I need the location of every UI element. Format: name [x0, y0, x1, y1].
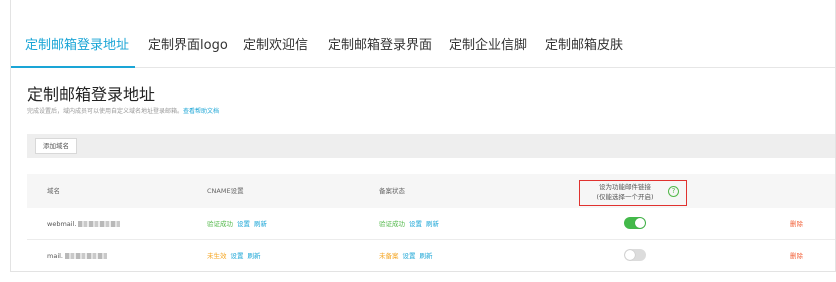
table-row: mail. 未生效 设置 刷新 未备案 设置 刷新 删除 [27, 241, 835, 271]
filing-cell: 未备案 设置 刷新 [379, 251, 433, 261]
table-header: 域名 CNAME设置 备案状态 [27, 174, 835, 208]
page-title: 定制邮箱登录地址 [27, 85, 156, 104]
filing-set-link[interactable]: 设置 [403, 252, 416, 260]
cname-cell: 验证成功 设置 刷新 [207, 219, 267, 229]
domain-cell: mail. [47, 251, 107, 261]
cname-cell: 未生效 设置 刷新 [207, 251, 261, 261]
domain-prefix: webmail. [47, 220, 77, 228]
tab-enterprise-footer[interactable]: 定制企业信脚 [449, 36, 527, 56]
column-domain: 域名 [47, 187, 60, 195]
tab-login-page[interactable]: 定制邮箱登录界面 [328, 36, 432, 56]
feature-link-toggle[interactable] [624, 249, 646, 261]
active-tab-indicator [11, 66, 135, 68]
filing-refresh-link[interactable]: 刷新 [420, 252, 433, 260]
cname-refresh-link[interactable]: 刷新 [254, 220, 267, 228]
tab-login-address[interactable]: 定制邮箱登录地址 [25, 36, 129, 56]
delete-link[interactable]: 删除 [790, 219, 803, 229]
filing-refresh-link[interactable]: 刷新 [426, 220, 439, 228]
feature-link-toggle[interactable] [624, 217, 646, 229]
tab-welcome-letter[interactable]: 定制欢迎信 [243, 36, 308, 56]
filing-set-link[interactable]: 设置 [409, 220, 422, 228]
redacted-domain [78, 221, 121, 227]
redacted-domain [65, 253, 107, 259]
tab-mailbox-skin[interactable]: 定制邮箱皮肤 [545, 36, 623, 56]
domain-cell: webmail. [47, 219, 121, 229]
hint-text: 完成设置后，域内成员可以使用自定义域名地址登录邮箱。 [27, 108, 184, 115]
cname-set-link[interactable]: 设置 [237, 220, 250, 228]
delete-link[interactable]: 删除 [790, 251, 803, 261]
tab-bar: 定制邮箱登录地址 定制界面logo 定制欢迎信 定制邮箱登录界面 定制企业信脚 … [11, 0, 835, 68]
toolbar: 添加域名 [27, 134, 835, 158]
cname-set-link[interactable]: 设置 [231, 252, 244, 260]
filing-cell: 验证成功 设置 刷新 [379, 219, 439, 229]
column-cname: CNAME设置 [207, 187, 244, 195]
cname-status: 未生效 [207, 252, 227, 260]
filing-status: 验证成功 [379, 220, 405, 228]
domain-prefix: mail. [47, 252, 63, 260]
cname-status: 验证成功 [207, 220, 233, 228]
table-row: webmail. 验证成功 设置 刷新 验证成功 设置 刷新 删除 [27, 209, 835, 240]
page-hint: 完成设置后，域内成员可以使用自定义域名地址登录邮箱。查看帮助文档 [27, 107, 219, 116]
settings-panel: 定制邮箱登录地址 定制界面logo 定制欢迎信 定制邮箱登录界面 定制企业信脚 … [10, 0, 836, 272]
feature-header-line1: 设为功能邮件链接 [599, 183, 651, 191]
add-domain-button[interactable]: 添加域名 [35, 138, 77, 154]
help-doc-link[interactable]: 查看帮助文档 [183, 108, 219, 115]
column-feature-link: 设为功能邮件链接 (仅能选择一个开启) [579, 182, 671, 202]
feature-header-line2: (仅能选择一个开启) [596, 193, 654, 201]
cname-refresh-link[interactable]: 刷新 [248, 252, 261, 260]
column-filing-status: 备案状态 [379, 187, 405, 195]
filing-status: 未备案 [379, 252, 399, 260]
toggle-knob [625, 250, 635, 260]
question-help-icon[interactable]: ? [668, 186, 679, 197]
toggle-knob [635, 218, 645, 228]
tab-interface-logo[interactable]: 定制界面logo [148, 36, 228, 56]
